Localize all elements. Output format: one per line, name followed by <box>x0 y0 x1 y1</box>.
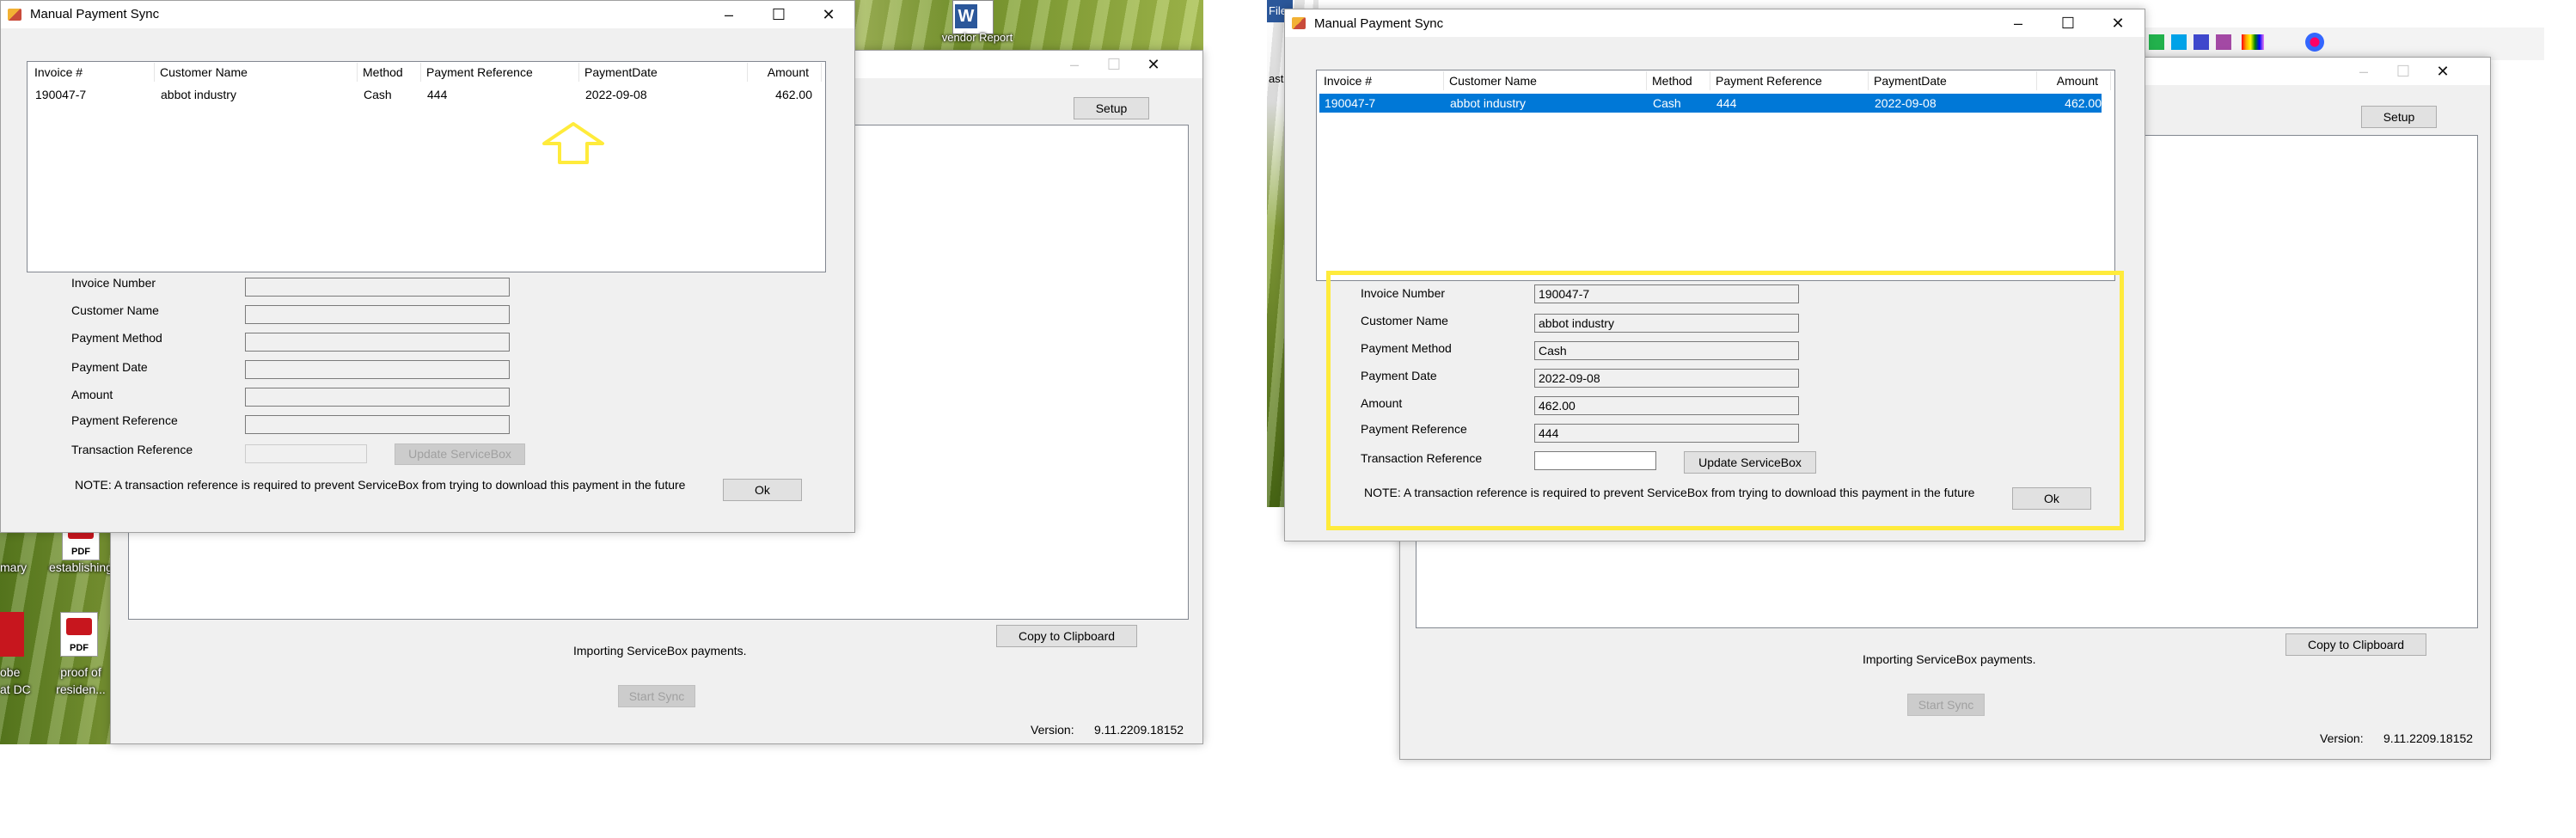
amount-label: Amount <box>71 388 113 401</box>
cell-reference: 444 <box>427 88 448 101</box>
invoice-number-label: Invoice Number <box>71 276 156 290</box>
app-icon <box>1292 17 1306 29</box>
column-header[interactable]: Customer Name <box>1444 71 1647 90</box>
status-text: Importing ServiceBox payments. <box>1863 652 2036 666</box>
payments-grid[interactable]: Invoice # Customer Name Method Payment R… <box>1316 70 2115 281</box>
cell-amount: 462.00 <box>775 88 812 101</box>
adobe-acrobat-icon[interactable] <box>0 612 24 657</box>
manual-payment-sync-dialog: Manual Payment Sync – ☐ ✕ Invoice # Cust… <box>1284 9 2145 541</box>
color-swatch[interactable] <box>2149 34 2164 50</box>
cell-method: Cash <box>1653 96 1681 110</box>
column-header[interactable]: Amount <box>748 63 822 82</box>
color-swatch[interactable] <box>2171 34 2187 50</box>
payment-date-field[interactable] <box>245 360 510 379</box>
column-header[interactable]: Payment Reference <box>421 63 579 82</box>
customer-name-field[interactable] <box>245 305 510 324</box>
minimize-icon[interactable]: – <box>1055 54 1094 75</box>
customer-name-label: Customer Name <box>71 303 159 317</box>
pdf-file-icon[interactable]: PDF <box>60 612 98 657</box>
setup-button[interactable]: Setup <box>1074 97 1149 119</box>
minimize-icon[interactable]: – <box>2344 61 2383 82</box>
cell-reference: 444 <box>1716 96 1737 110</box>
start-sync-button[interactable]: Start Sync <box>1907 694 1985 716</box>
copy-to-clipboard-button[interactable]: Copy to Clipboard <box>2285 633 2426 656</box>
start-sync-button[interactable]: Start Sync <box>618 685 695 707</box>
up-arrow-annotation-icon <box>542 122 604 164</box>
cell-customer: abbot industry <box>1450 96 1526 110</box>
close-icon[interactable]: ✕ <box>2423 61 2463 82</box>
column-header[interactable]: Method <box>358 63 421 82</box>
dialog-title: Manual Payment Sync <box>1314 16 1444 31</box>
minimize-icon[interactable]: – <box>709 4 749 25</box>
table-row-selected[interactable]: 190047-7 abbot industry Cash 444 2022-09… <box>1319 94 2102 113</box>
table-row[interactable]: 190047-7 abbot industry Cash 444 2022-09… <box>30 85 812 104</box>
payments-grid[interactable]: Invoice # Customer Name Method Payment R… <box>27 61 826 272</box>
cell-invoice: 190047-7 <box>1325 96 1376 110</box>
payment-reference-label: Payment Reference <box>71 413 178 427</box>
column-header[interactable]: Method <box>1647 71 1710 90</box>
close-icon[interactable]: ✕ <box>2098 13 2138 34</box>
cell-customer: abbot industry <box>161 88 236 101</box>
cell-date: 2022-09-08 <box>585 88 647 101</box>
minimize-icon[interactable]: – <box>1998 13 2038 34</box>
column-header[interactable]: Invoice # <box>1319 71 1444 90</box>
payment-reference-field[interactable] <box>245 415 510 434</box>
cell-method: Cash <box>364 88 392 101</box>
copy-to-clipboard-button[interactable]: Copy to Clipboard <box>996 625 1137 647</box>
maximize-icon[interactable]: ☐ <box>759 4 798 25</box>
ok-button[interactable]: Ok <box>723 479 802 501</box>
column-header[interactable]: PaymentDate <box>1869 71 2037 90</box>
version-value: 9.11.2209.18152 <box>2383 731 2474 745</box>
setup-button[interactable]: Setup <box>2361 106 2437 128</box>
column-header[interactable]: Payment Reference <box>1710 71 1869 90</box>
transaction-reference-label: Transaction Reference <box>71 443 193 456</box>
note-text: NOTE: A transaction reference is require… <box>75 478 686 492</box>
payment-date-label: Payment Date <box>71 360 148 374</box>
maximize-icon[interactable]: ☐ <box>1094 54 1134 75</box>
close-icon[interactable]: ✕ <box>1134 54 1173 75</box>
status-text: Importing ServiceBox payments. <box>573 644 747 658</box>
desktop-icon-label: obe <box>0 665 21 679</box>
app-icon <box>8 9 21 21</box>
desktop-icon-label: mary <box>0 560 28 574</box>
color-swatch[interactable] <box>2216 34 2231 50</box>
color-swatch[interactable] <box>2194 34 2209 50</box>
column-header[interactable]: Customer Name <box>155 63 358 82</box>
version-label: Version: <box>1031 723 1074 737</box>
desktop-icon-label: at DC <box>0 682 31 696</box>
amount-field[interactable] <box>245 388 510 407</box>
cell-date: 2022-09-08 <box>1875 96 1937 110</box>
column-header[interactable]: PaymentDate <box>579 63 748 82</box>
cell-invoice: 190047-7 <box>35 88 87 101</box>
maximize-icon[interactable]: ☐ <box>2383 61 2423 82</box>
update-servicebox-button[interactable]: Update ServiceBox <box>395 443 525 465</box>
close-icon[interactable]: ✕ <box>809 4 848 25</box>
transaction-reference-field[interactable] <box>245 444 367 463</box>
color-picker-icon[interactable] <box>2242 34 2264 50</box>
dialog-title: Manual Payment Sync <box>30 7 160 21</box>
version-label: Version: <box>2320 731 2364 745</box>
payment-method-field[interactable] <box>245 333 510 352</box>
version-value: 9.11.2209.18152 <box>1094 723 1184 737</box>
highlight-annotation <box>1326 271 2124 530</box>
word-document-label: vendor Report <box>941 31 1013 44</box>
word-document-icon[interactable]: W <box>952 0 994 34</box>
background-paint-toolbar <box>2114 28 2544 60</box>
payment-method-label: Payment Method <box>71 331 162 345</box>
invoice-number-field[interactable] <box>245 278 510 297</box>
manual-payment-sync-dialog: Manual Payment Sync – ☐ ✕ Invoice # Cust… <box>0 0 855 533</box>
paint-3d-icon[interactable] <box>2305 33 2324 52</box>
maximize-icon[interactable]: ☐ <box>2048 13 2088 34</box>
column-header[interactable]: Invoice # <box>29 63 155 82</box>
column-header[interactable]: Amount <box>2037 71 2111 90</box>
cell-amount: 462.00 <box>2065 96 2102 110</box>
